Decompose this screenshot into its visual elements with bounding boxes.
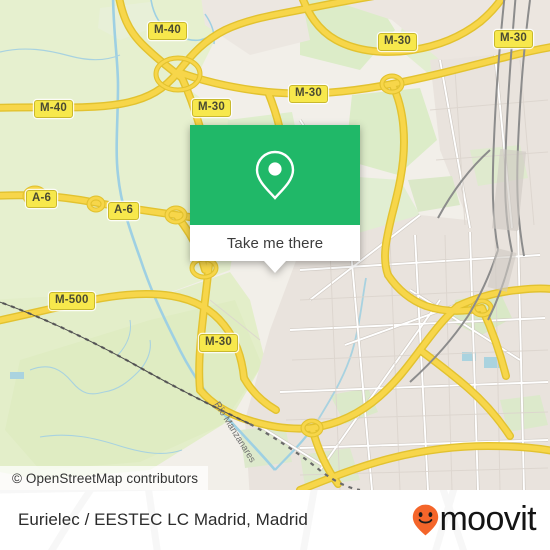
- moovit-logo[interactable]: moovit: [412, 500, 537, 538]
- moovit-smiley-pin-icon: [413, 504, 439, 536]
- road-shield-label: A-6: [32, 192, 52, 204]
- moovit-wordmark: moovit: [439, 500, 536, 538]
- road-shield-label: M-40: [40, 102, 68, 114]
- osm-attribution[interactable]: © OpenStreetMap contributors: [0, 466, 209, 490]
- road-shield: M-30: [494, 30, 534, 48]
- popup-action-bar[interactable]: Take me there: [190, 225, 360, 273]
- road-shield: M-30: [378, 33, 418, 51]
- popup-tail-pointer: [264, 261, 286, 273]
- road-shield: M-30: [199, 334, 239, 352]
- footer-bar: Eurielec / EESTEC LC Madrid, Madrid moov…: [0, 490, 550, 550]
- road-shield: M-500: [49, 292, 95, 310]
- road-shield-label: A-6: [114, 204, 134, 216]
- road-shield: M-40: [148, 22, 188, 40]
- road-shield-label: M-40: [154, 24, 182, 36]
- take-me-there-label: Take me there: [226, 234, 324, 252]
- road-shield-label: M-500: [55, 294, 89, 306]
- location-pin-icon: [255, 150, 295, 200]
- moovit-map-screen: Río Manzanares M-40 M-30 M-30 M-40 M-30 …: [0, 0, 550, 550]
- road-shield-label: M-30: [295, 87, 323, 99]
- road-shield-label: M-30: [384, 35, 412, 47]
- road-shield-label: M-30: [198, 101, 226, 113]
- road-shield: A-6: [26, 190, 58, 208]
- popup-pin-panel: [190, 125, 360, 225]
- road-shield: M-30: [289, 85, 329, 103]
- road-shield: A-6: [108, 202, 140, 220]
- map-canvas[interactable]: Río Manzanares M-40 M-30 M-30 M-40 M-30 …: [0, 0, 550, 490]
- road-shield-label: M-30: [500, 32, 528, 44]
- page-title: Eurielec / EESTEC LC Madrid, Madrid: [18, 510, 308, 529]
- road-shield-label: M-30: [205, 336, 233, 348]
- osm-attribution-text: © OpenStreetMap contributors: [12, 470, 199, 486]
- road-shield: M-40: [34, 100, 74, 118]
- road-shield: M-30: [192, 99, 232, 117]
- destination-popup-card[interactable]: Take me there: [190, 125, 360, 273]
